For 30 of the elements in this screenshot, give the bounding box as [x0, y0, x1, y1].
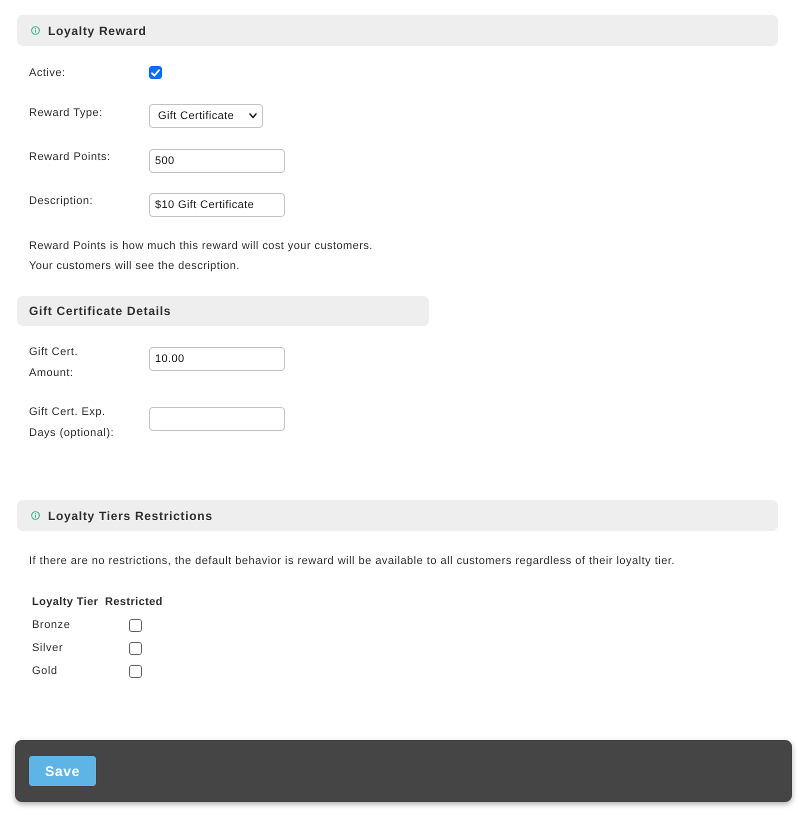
chevron-down-icon — [249, 113, 257, 119]
text-input[interactable] — [149, 407, 285, 431]
help-text: Your customers will see the description. — [29, 259, 241, 274]
field-label: Reward Points: — [29, 150, 112, 164]
field-label: Active: — [29, 66, 67, 80]
section-title: Loyalty Tiers Restrictions — [48, 508, 213, 522]
section-title: Gift Certificate Details — [29, 304, 172, 318]
tier-name: Silver — [32, 641, 64, 656]
field-label: Gift Cert. Exp. Days (optional): — [29, 405, 116, 441]
reward-type-select[interactable]: Gift Certificate — [149, 104, 263, 128]
tier-name: Bronze — [32, 618, 72, 634]
info-icon — [31, 511, 40, 520]
restricted-checkbox[interactable] — [128, 642, 142, 655]
restricted-checkbox[interactable] — [128, 619, 142, 632]
text-input[interactable]: 10.00 — [149, 347, 285, 371]
text-input[interactable]: 500 — [149, 149, 285, 173]
checkmark-icon — [151, 68, 160, 76]
column-header: Loyalty Tier — [32, 595, 100, 610]
field-label: Description: — [29, 194, 94, 208]
active-checkbox[interactable] — [149, 66, 162, 79]
field-label: Gift Cert. Amount: — [29, 345, 80, 381]
column-header: Restricted — [105, 595, 164, 610]
section-title: Loyalty Reward — [48, 24, 146, 38]
restrictions-note: If there are no restrictions, the default behavior is reward will be available to all customers regardless of their loyalty tier. — [29, 554, 676, 568]
help-text: Reward Points is how much this reward will cost your customers. — [29, 239, 374, 254]
field-label: Reward Type: — [29, 106, 104, 120]
info-icon — [31, 26, 40, 35]
restricted-checkbox[interactable] — [128, 665, 142, 678]
text-input[interactable]: $10 Gift Certificate — [149, 193, 285, 217]
tier-name: Gold — [32, 664, 59, 680]
